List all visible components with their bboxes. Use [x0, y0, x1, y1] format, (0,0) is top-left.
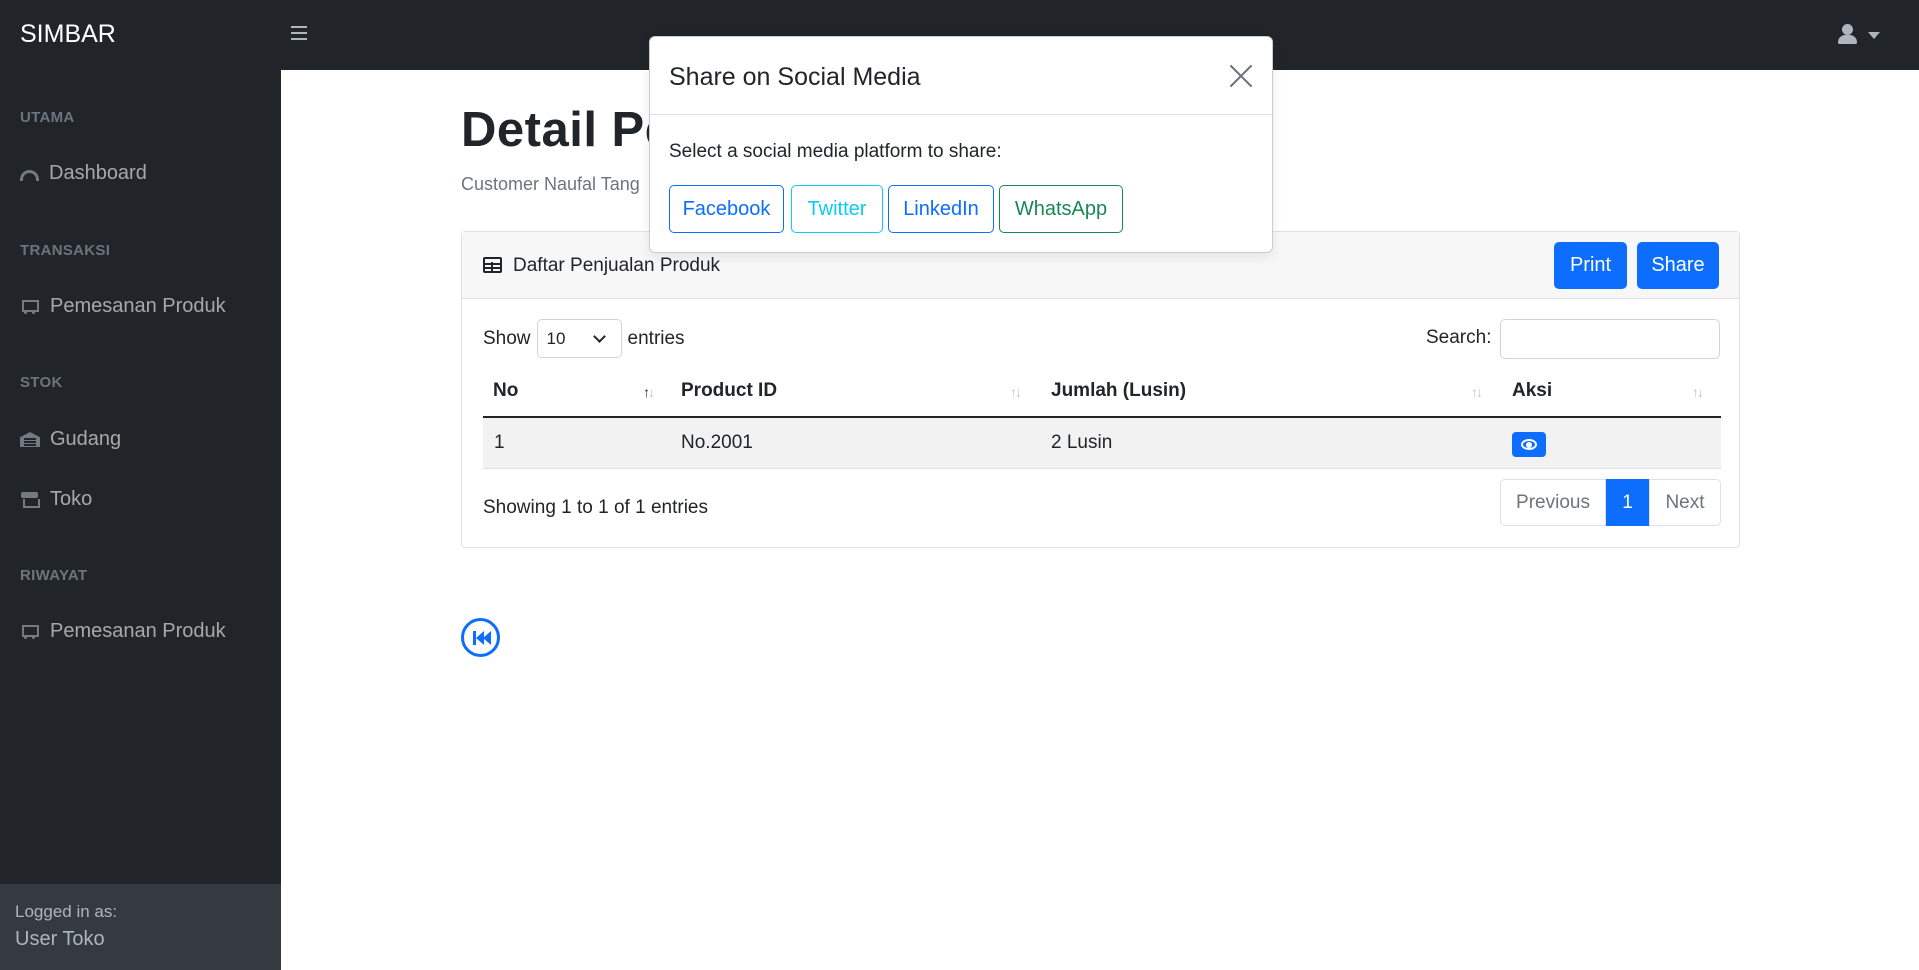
- table-info: Showing 1 to 1 of 1 entries: [483, 497, 708, 518]
- table-icon: [483, 257, 502, 273]
- entries-label: entries: [627, 327, 685, 349]
- sidebar-item-gudang[interactable]: Gudang: [20, 424, 121, 454]
- pagination-page-1[interactable]: 1: [1606, 479, 1649, 526]
- share-whatsapp-button[interactable]: WhatsApp: [999, 185, 1123, 233]
- card-title: Daftar Penjualan Produk: [513, 255, 721, 276]
- sidebar-item-label: Toko: [50, 487, 93, 510]
- modal-header: Share on Social Media: [650, 37, 1272, 115]
- cart-icon: [20, 622, 40, 640]
- logged-in-label: Logged in as:: [15, 902, 118, 921]
- logged-in-user: User Toko: [15, 928, 105, 950]
- sidebar-heading-stok: STOK: [20, 374, 63, 391]
- breadcrumb: Customer Naufal Tang: [461, 174, 640, 194]
- gauge-icon: [20, 169, 39, 181]
- sidebar-item-toko[interactable]: Toko: [20, 484, 92, 514]
- search-label: Search:: [1426, 327, 1492, 348]
- cart-icon: [20, 297, 40, 315]
- sidebar: UTAMA Dashboard TRANSAKSI Pemesanan Prod…: [0, 70, 281, 970]
- modal-body-text: Select a social media platform to share:: [669, 141, 1002, 162]
- pagination-next[interactable]: Next: [1649, 479, 1721, 526]
- sidebar-item-label: Dashboard: [49, 161, 147, 184]
- warehouse-icon: [20, 430, 40, 448]
- user-menu-dropdown[interactable]: [1834, 22, 1884, 48]
- pagination: Previous 1 Next: [1500, 479, 1721, 526]
- sidebar-heading-utama: UTAMA: [20, 109, 75, 126]
- modal-title: Share on Social Media: [669, 63, 921, 91]
- page-title: Detail Pe: [461, 103, 673, 157]
- print-button[interactable]: Print: [1554, 242, 1627, 289]
- sort-icon: ↑↓: [643, 384, 655, 400]
- sidebar-item-label: Pemesanan Produk: [50, 294, 226, 317]
- user-icon: [1842, 24, 1853, 35]
- column-header-no[interactable]: No: [493, 380, 518, 402]
- show-label: Show: [483, 327, 531, 349]
- column-header-aksi[interactable]: Aksi: [1512, 380, 1552, 402]
- sidebar-footer: Logged in as: User Toko: [0, 884, 281, 970]
- share-button[interactable]: Share: [1637, 242, 1719, 289]
- view-detail-button[interactable]: [1512, 432, 1546, 457]
- sort-icon: ↑↓: [1692, 384, 1704, 400]
- sidebar-toggle-icon[interactable]: [288, 22, 310, 44]
- share-facebook-button[interactable]: Facebook: [669, 185, 784, 233]
- brand-logo[interactable]: SIMBAR: [20, 20, 116, 49]
- entries-select[interactable]: 10: [536, 319, 622, 358]
- sidebar-item-label: Gudang: [50, 427, 122, 450]
- chevron-down-icon: [592, 330, 606, 343]
- caret-down-icon: [1868, 32, 1880, 39]
- back-button[interactable]: [461, 618, 500, 657]
- entries-select-value: 10: [546, 328, 566, 348]
- sidebar-item-pemesanan-produk[interactable]: Pemesanan Produk: [20, 291, 226, 321]
- column-header-jumlah[interactable]: Jumlah (Lusin): [1051, 380, 1186, 402]
- sidebar-heading-transaksi: TRANSAKSI: [20, 242, 111, 259]
- store-icon: [20, 490, 40, 508]
- share-twitter-button[interactable]: Twitter: [791, 185, 883, 233]
- cell-product-id: No.2001: [681, 432, 753, 453]
- search-input[interactable]: [1500, 319, 1720, 359]
- share-modal: Share on Social Media Select a social me…: [649, 36, 1273, 253]
- entries-length-control: Show 10 entries: [483, 319, 685, 358]
- sidebar-item-riwayat-pemesanan[interactable]: Pemesanan Produk: [20, 616, 226, 646]
- cell-jumlah: 2 Lusin: [1051, 432, 1113, 453]
- sidebar-item-dashboard[interactable]: Dashboard: [20, 158, 147, 188]
- sidebar-heading-riwayat: RIWAYAT: [20, 567, 88, 584]
- column-header-product-id[interactable]: Product ID: [681, 380, 777, 402]
- sort-icon: ↑↓: [1010, 384, 1022, 400]
- sort-icon: ↑↓: [1471, 384, 1483, 400]
- sales-card: Daftar Penjualan Produk Print Share Show…: [461, 231, 1740, 548]
- sidebar-item-label: Pemesanan Produk: [50, 619, 226, 642]
- pagination-previous[interactable]: Previous: [1500, 479, 1606, 526]
- share-linkedin-button[interactable]: LinkedIn: [888, 185, 994, 233]
- close-icon[interactable]: [1228, 63, 1254, 89]
- cell-no: 1: [494, 432, 505, 453]
